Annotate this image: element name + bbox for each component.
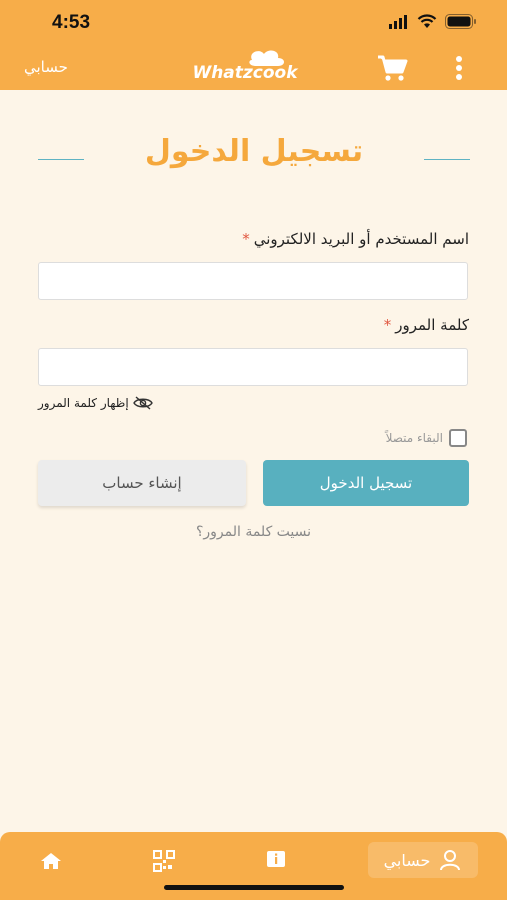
password-label-text: كلمة المرور	[395, 316, 469, 334]
required-mark: *	[242, 230, 250, 248]
svg-text:Whatzcook: Whatzcook	[192, 63, 299, 83]
battery-icon	[445, 14, 476, 29]
remember-label: البقاء متصلاً	[385, 431, 443, 445]
password-label: كلمة المرور*	[384, 316, 469, 334]
username-input[interactable]	[38, 262, 468, 300]
signal-icon	[389, 14, 407, 29]
password-input[interactable]	[38, 348, 468, 386]
account-link[interactable]: حسابي	[24, 58, 68, 76]
status-bar: 4:53	[0, 0, 507, 48]
login-button[interactable]: تسجيل الدخول	[263, 460, 469, 506]
title-divider-right	[424, 159, 470, 160]
forgot-password-link[interactable]: نسيت كلمة المرور؟	[0, 524, 507, 540]
more-vertical-icon[interactable]	[455, 56, 463, 80]
remember-checkbox[interactable]	[449, 429, 467, 447]
page-title: تسجيل الدخول	[144, 134, 364, 169]
page-title-row: تسجيل الدخول	[38, 130, 470, 180]
wifi-icon	[417, 14, 437, 28]
nav-account-label: حسابي	[383, 850, 431, 870]
home-icon[interactable]	[40, 852, 62, 870]
status-icons	[389, 14, 477, 29]
required-mark: *	[383, 316, 392, 334]
register-button[interactable]: إنشاء حساب	[38, 460, 246, 506]
show-password-label: إظهار كلمة المرور	[38, 396, 129, 410]
user-icon	[440, 850, 461, 871]
cart-icon[interactable]	[376, 54, 408, 82]
app-header: حسابي Whatzcook	[0, 48, 507, 90]
username-label: اسم المستخدم أو البريد الالكتروني*	[242, 230, 469, 248]
info-icon[interactable]	[267, 851, 285, 867]
eye-off-icon	[132, 396, 153, 410]
show-password-toggle[interactable]: إظهار كلمة المرور	[38, 396, 153, 410]
nav-account-tab[interactable]: حسابي	[368, 842, 478, 878]
whatzcook-logo: Whatzcook	[192, 50, 299, 83]
home-indicator	[164, 885, 344, 890]
username-label-text: اسم المستخدم أو البريد الالكتروني	[253, 230, 469, 248]
status-time: 4:53	[52, 12, 91, 33]
qr-code-icon[interactable]	[153, 850, 175, 872]
remember-me[interactable]: البقاء متصلاً	[386, 429, 467, 447]
